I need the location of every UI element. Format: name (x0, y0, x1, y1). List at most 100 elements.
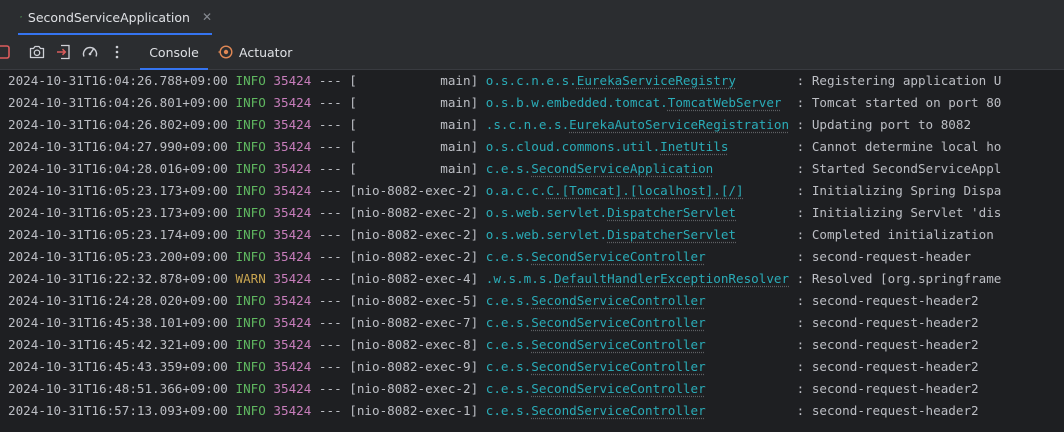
log-logger-class[interactable]: SecondServiceController (531, 337, 705, 352)
log-separator: --- (311, 117, 350, 132)
log-message: : second-request-header2 (796, 359, 979, 374)
log-thread: [nio-8082-exec-2] (349, 205, 479, 220)
log-logger-class[interactable]: DefaultHandlerExceptionResolver (554, 271, 789, 286)
log-line: 2024-10-31T16:57:13.093+09:00 INFO 35424… (8, 400, 979, 422)
run-tab-title: SecondServiceApplication (27, 9, 190, 25)
log-logger-class[interactable]: EurekaServiceRegistry (577, 73, 736, 88)
log-thread: [nio-8082-exec-2] (349, 227, 479, 242)
log-separator: --- (311, 227, 350, 242)
log-level: INFO (235, 139, 266, 154)
log-line: 2024-10-31T16:05:23.173+09:00 INFO 35424… (8, 202, 1001, 224)
log-message: : Resolved [org.springframe (796, 271, 1002, 286)
log-timestamp: 2024-10-31T16:04:26.788+09:00 (8, 73, 228, 88)
log-message: : second-request-header2 (796, 403, 979, 418)
log-level: INFO (235, 293, 266, 308)
log-timestamp: 2024-10-31T16:05:23.200+09:00 (8, 249, 228, 264)
log-level: WARN (235, 271, 266, 286)
log-logger-package: o.s.web.servlet. (485, 205, 608, 220)
log-message: : Tomcat started on port 80 (796, 95, 1002, 110)
log-logger-class[interactable]: EurekaAutoServiceRegistration (569, 117, 789, 132)
log-thread: [ main] (349, 73, 479, 88)
log-logger-package: o.a.c.c. (485, 183, 547, 198)
log-level: INFO (235, 117, 266, 132)
log-message: : second-request-header (796, 249, 972, 264)
tab-console[interactable]: Console (140, 35, 208, 70)
tab-console-label: Console (149, 44, 199, 60)
log-thread: [ main] (349, 95, 479, 110)
log-logger-package: c.e.s. (485, 161, 532, 176)
log-logger-package: c.e.s. (485, 315, 532, 330)
log-logger-class[interactable]: SecondServiceController (531, 403, 705, 418)
log-logger-package: .s.c.n.e.s. (485, 117, 570, 132)
log-level: INFO (235, 381, 266, 396)
log-separator: --- (311, 249, 350, 264)
log-logger-class[interactable]: TomcatWebServer (668, 95, 782, 110)
gauge-icon[interactable] (81, 43, 99, 61)
log-logger-class[interactable]: DispatcherServlet (607, 205, 736, 220)
log-pid: 35424 (273, 293, 312, 308)
log-message: : Started SecondServiceAppl (796, 161, 1002, 176)
log-separator: --- (311, 337, 350, 352)
log-line: 2024-10-31T16:05:23.200+09:00 INFO 35424… (8, 246, 971, 268)
log-thread: [nio-8082-exec-1] (349, 403, 479, 418)
log-timestamp: 2024-10-31T16:57:13.093+09:00 (8, 403, 228, 418)
run-toolbar: Console Actuator (0, 35, 1064, 70)
close-icon[interactable]: ✕ (202, 10, 212, 24)
log-logger-class[interactable]: SecondServiceController (531, 293, 705, 308)
log-separator: --- (311, 359, 350, 374)
log-logger-class[interactable]: SecondServiceController (531, 249, 705, 264)
log-separator: --- (311, 315, 350, 330)
log-thread: [ main] (349, 117, 479, 132)
more-options-icon[interactable] (108, 43, 126, 61)
log-pid: 35424 (273, 117, 312, 132)
log-separator: --- (311, 183, 350, 198)
console-output[interactable]: 2024-10-31T16:04:26.788+09:00 INFO 35424… (0, 70, 1064, 432)
log-logger-class[interactable]: SecondServiceApplication (531, 161, 713, 176)
log-pid: 35424 (273, 161, 312, 176)
log-logger-class[interactable]: SecondServiceController (531, 359, 705, 374)
exit-icon[interactable] (55, 43, 73, 61)
log-line: 2024-10-31T16:04:28.016+09:00 INFO 35424… (8, 158, 1001, 180)
log-logger-class[interactable]: InetUtils (660, 139, 728, 154)
log-pid: 35424 (273, 249, 312, 264)
log-timestamp: 2024-10-31T16:22:32.878+09:00 (8, 271, 228, 286)
log-message: : second-request-header2 (796, 337, 979, 352)
log-message: : Registering application U (796, 73, 1002, 88)
log-message: : Completed initialization (796, 227, 994, 242)
log-timestamp: 2024-10-31T16:04:26.801+09:00 (8, 95, 228, 110)
log-level: INFO (235, 249, 266, 264)
log-logger-package: c.e.s. (485, 381, 532, 396)
camera-icon[interactable] (28, 43, 46, 61)
log-pid: 35424 (273, 73, 312, 88)
log-timestamp: 2024-10-31T16:24:28.020+09:00 (8, 293, 228, 308)
log-line: 2024-10-31T16:45:38.101+09:00 INFO 35424… (8, 312, 979, 334)
log-message: : Initializing Servlet 'dis (796, 205, 1002, 220)
log-line: 2024-10-31T16:04:26.801+09:00 INFO 35424… (8, 92, 1001, 114)
log-pid: 35424 (273, 95, 312, 110)
log-separator: --- (311, 205, 350, 220)
log-level: INFO (235, 205, 266, 220)
log-logger-class[interactable]: SecondServiceController (531, 315, 705, 330)
log-message: : Cannot determine local ho (796, 139, 1002, 154)
log-thread: [nio-8082-exec-5] (349, 293, 479, 308)
log-line: 2024-10-31T16:05:23.174+09:00 INFO 35424… (8, 224, 994, 246)
log-logger-class[interactable]: C.[Tomcat].[localhost].[/] (546, 183, 743, 198)
log-logger-class[interactable]: SecondServiceController (531, 381, 705, 396)
tab-actuator[interactable]: Actuator (218, 35, 292, 69)
log-timestamp: 2024-10-31T16:05:23.174+09:00 (8, 227, 228, 242)
log-level: INFO (235, 315, 266, 330)
log-line: 2024-10-31T16:24:28.020+09:00 INFO 35424… (8, 290, 979, 312)
stop-icon[interactable] (0, 43, 12, 61)
log-pid: 35424 (273, 227, 312, 242)
log-timestamp: 2024-10-31T16:04:26.802+09:00 (8, 117, 228, 132)
log-logger-class[interactable]: DispatcherServlet (607, 227, 736, 242)
log-thread: [nio-8082-exec-9] (349, 359, 479, 374)
run-tab-second-service[interactable]: SecondServiceApplication ✕ (0, 0, 212, 35)
log-thread: [nio-8082-exec-8] (349, 337, 479, 352)
log-line: 2024-10-31T16:22:32.878+09:00 WARN 35424… (8, 268, 1001, 290)
log-logger-package: o.s.c.n.e.s. (485, 73, 577, 88)
log-logger-package: c.e.s. (485, 403, 532, 418)
log-logger-package: c.e.s. (485, 359, 532, 374)
log-level: INFO (235, 95, 266, 110)
log-timestamp: 2024-10-31T16:48:51.366+09:00 (8, 381, 228, 396)
